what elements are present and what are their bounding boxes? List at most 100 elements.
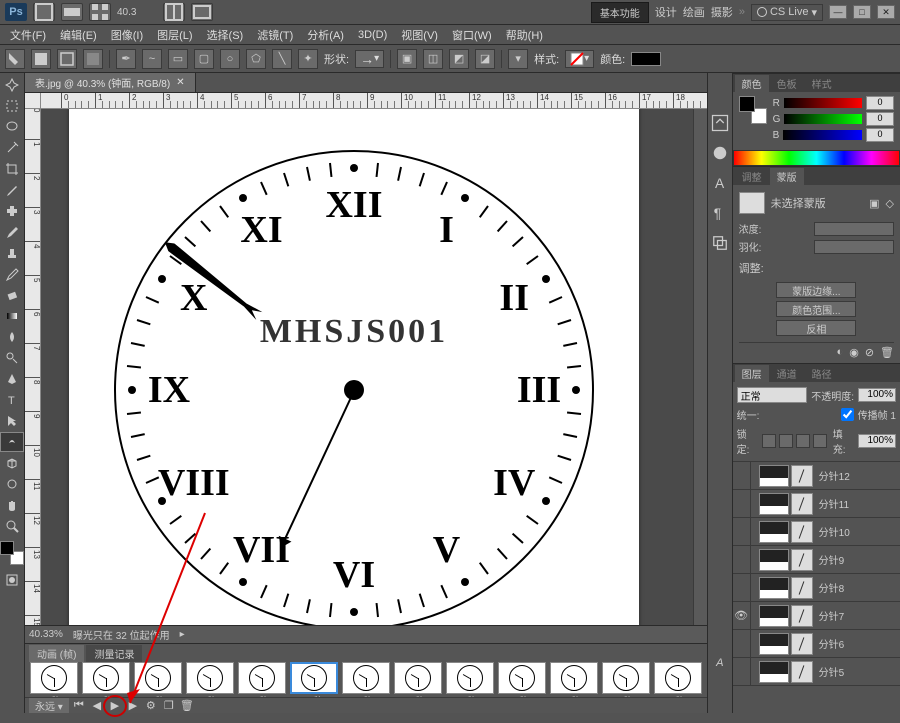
workspace-essentials[interactable]: 基本功能 <box>591 2 649 23</box>
layer-thumb[interactable] <box>759 493 789 515</box>
layer-row[interactable]: 👁分针7 <box>733 602 900 630</box>
layer-thumb[interactable] <box>759 465 789 487</box>
frame-1[interactable]: 11 秒▾ <box>29 662 79 697</box>
stamp-tool-icon[interactable] <box>0 243 24 263</box>
3d-tool-icon[interactable] <box>0 453 24 473</box>
char-dock-icon[interactable]: A <box>710 173 730 193</box>
zoom-tool-icon[interactable] <box>0 516 24 536</box>
combine-intersect-icon[interactable]: ◩ <box>449 49 469 69</box>
frame-12[interactable]: 121 秒▾ <box>601 662 651 697</box>
feather-value[interactable] <box>814 240 894 254</box>
layer-row[interactable]: 分针9 <box>733 546 900 574</box>
layer-thumb[interactable] <box>759 633 789 655</box>
shape-polygon-icon[interactable]: ⬠ <box>246 49 266 69</box>
layer-name[interactable]: 分针10 <box>815 524 900 539</box>
minibridge-icon[interactable] <box>61 3 83 21</box>
3d-camera-tool-icon[interactable] <box>0 474 24 494</box>
tween-icon[interactable]: ⚙ <box>143 699 159 713</box>
crop-tool-icon[interactable] <box>0 159 24 179</box>
mask-icon-1[interactable]: ◐ <box>837 346 844 359</box>
menu-select[interactable]: 选择(S) <box>201 25 250 45</box>
layer-thumb[interactable] <box>759 577 789 599</box>
doc-tab[interactable]: 表.jpg @ 40.3% (钟面, RGB/8)✕ <box>25 73 196 92</box>
layer-thumb[interactable] <box>759 521 789 543</box>
menu-layer[interactable]: 图层(L) <box>151 25 198 45</box>
ruler-vertical[interactable]: 012345678910111213141516 <box>25 109 41 625</box>
path-icon[interactable] <box>57 49 77 69</box>
dock-a-icon[interactable]: A <box>710 653 730 673</box>
blur-tool-icon[interactable] <box>0 327 24 347</box>
style-picker[interactable]: ▾ <box>565 50 594 68</box>
layer-mask-thumb[interactable] <box>791 549 813 571</box>
shape-layer-icon[interactable] <box>31 49 51 69</box>
mask-trash-icon[interactable]: 🗑 <box>880 346 894 359</box>
frame-9[interactable]: 91 秒▾ <box>445 662 495 697</box>
layer-visibility-icon[interactable] <box>733 462 751 489</box>
tab-animation-frames[interactable]: 动画 (帧) <box>29 645 84 662</box>
frame-thumb[interactable] <box>342 662 390 694</box>
tab-mask[interactable]: 蒙版 <box>770 168 804 185</box>
frame-7[interactable]: 71 秒▾ <box>341 662 391 697</box>
cslive-button[interactable]: CS Live▾ <box>751 4 823 21</box>
shape-freeform-icon[interactable]: ~ <box>142 49 162 69</box>
bridge-icon[interactable] <box>33 3 55 21</box>
gradient-tool-icon[interactable] <box>0 306 24 326</box>
layer-thumb[interactable] <box>759 661 789 683</box>
shape-custom-icon[interactable]: ✦ <box>298 49 318 69</box>
eyedropper-tool-icon[interactable] <box>0 180 24 200</box>
frame-6[interactable]: 61 秒 <box>289 662 339 697</box>
workspace-design[interactable]: 设计 <box>655 4 677 20</box>
tab-measurement-log[interactable]: 测量记录 <box>86 645 142 662</box>
frame-thumb[interactable] <box>446 662 494 694</box>
r-value[interactable]: 0 <box>866 96 894 110</box>
color-swatch[interactable] <box>631 52 661 66</box>
frame-5[interactable]: 51 秒▾ <box>237 662 287 697</box>
lock-pos-icon[interactable] <box>796 434 810 448</box>
frame-thumb[interactable] <box>550 662 598 694</box>
layer-mask-thumb[interactable] <box>791 605 813 627</box>
layer-name[interactable]: 分针11 <box>815 496 900 511</box>
lasso-tool-icon[interactable] <box>0 117 24 137</box>
layer-name[interactable]: 分针12 <box>815 468 900 483</box>
frame-10[interactable]: 101 秒▾ <box>497 662 547 697</box>
frame-thumb[interactable] <box>134 662 182 694</box>
fill-value[interactable]: 100% <box>858 434 896 448</box>
arrange-docs-icon[interactable] <box>163 3 185 21</box>
layer-name[interactable]: 分针6 <box>815 636 900 651</box>
eraser-tool-icon[interactable] <box>0 285 24 305</box>
menu-analysis[interactable]: 分析(A) <box>301 25 350 45</box>
layer-row[interactable]: 分针6 <box>733 630 900 658</box>
workspace-painting[interactable]: 绘画 <box>683 4 705 20</box>
ruler-horizontal[interactable]: 0123456789101112131415161718 <box>41 93 707 109</box>
tab-paths[interactable]: 路径 <box>805 365 839 382</box>
view-extras-icon[interactable] <box>89 3 111 21</box>
color-range-button[interactable]: 颜色范围... <box>776 301 856 317</box>
layer-name[interactable]: 分针8 <box>815 580 900 595</box>
layer-visibility-icon[interactable] <box>733 658 751 685</box>
shape-line-icon[interactable]: ╲ <box>272 49 292 69</box>
r-slider[interactable] <box>784 98 862 108</box>
menu-edit[interactable]: 编辑(E) <box>54 25 103 45</box>
combine-exclude-icon[interactable]: ◪ <box>475 49 495 69</box>
pixel-mask-icon[interactable]: ▣ <box>869 197 879 210</box>
lock-trans-icon[interactable] <box>762 434 776 448</box>
shape-picker[interactable]: → ▾ <box>355 50 384 68</box>
path-select-tool-icon[interactable] <box>0 411 24 431</box>
fgbg-swatch[interactable] <box>0 541 24 565</box>
vector-mask-icon[interactable]: ◇ <box>886 197 894 210</box>
layer-mask-thumb[interactable] <box>791 521 813 543</box>
clone-dock-icon[interactable] <box>710 233 730 253</box>
shape-pen-icon[interactable]: ✒ <box>116 49 136 69</box>
layer-name[interactable]: 分针7 <box>815 608 900 623</box>
history-dock-icon[interactable] <box>710 113 730 133</box>
menu-window[interactable]: 窗口(W) <box>446 25 498 45</box>
quickmask-icon[interactable] <box>0 570 24 590</box>
frame-2[interactable]: 21 秒▾ <box>81 662 131 697</box>
frame-thumb[interactable] <box>394 662 442 694</box>
layer-mask-thumb[interactable] <box>791 493 813 515</box>
tab-swatches[interactable]: 色板 <box>770 75 804 92</box>
zoom-input[interactable] <box>117 4 157 20</box>
first-frame-icon[interactable]: ⏮ <box>71 699 87 713</box>
canvas-scrollbar-v[interactable] <box>693 109 707 625</box>
frame-thumb[interactable] <box>602 662 650 694</box>
